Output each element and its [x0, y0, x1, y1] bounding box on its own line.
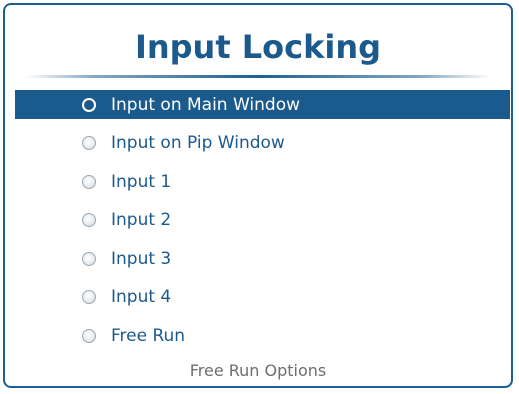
input-locking-panel: Input Locking Input on Main Window Input… [3, 3, 513, 388]
radio-icon[interactable] [82, 328, 96, 343]
option-label: Input 4 [111, 287, 172, 307]
option-input-main-window[interactable]: Input on Main Window [15, 90, 510, 119]
option-input-3[interactable]: Input 3 [15, 244, 510, 273]
option-free-run[interactable]: Free Run [15, 321, 510, 350]
option-input-pip-window[interactable]: Input on Pip Window [15, 129, 510, 158]
radio-selected-icon[interactable] [82, 97, 96, 112]
radio-icon[interactable] [82, 213, 96, 227]
radio-icon[interactable] [82, 174, 96, 189]
option-input-4[interactable]: Input 4 [15, 283, 510, 312]
option-label: Free Run [111, 325, 186, 346]
radio-icon[interactable] [82, 290, 96, 304]
input-options-list: Input on Main Window Input on Pip Window… [15, 90, 510, 360]
option-label: Input on Main Window [111, 94, 301, 115]
option-label: Input 3 [111, 248, 172, 269]
option-input-1[interactable]: Input 1 [15, 167, 510, 196]
free-run-options-link[interactable]: Free Run Options [5, 361, 511, 380]
panel-title: Input Locking [134, 28, 382, 66]
radio-icon[interactable] [82, 251, 96, 266]
option-input-2[interactable]: Input 2 [15, 206, 510, 235]
title-divider [25, 75, 491, 78]
option-label: Input on Pip Window [111, 133, 285, 153]
option-label: Input 1 [111, 171, 172, 192]
radio-icon[interactable] [82, 136, 96, 150]
option-label: Input 2 [111, 210, 172, 230]
